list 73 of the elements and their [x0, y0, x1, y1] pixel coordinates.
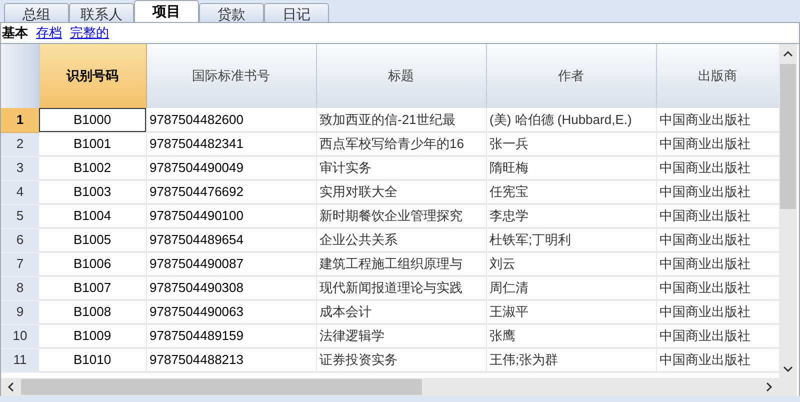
- corner-header: [1, 44, 39, 108]
- table-cell: 致加西亚的信-21世纪最: [316, 108, 486, 132]
- table-cell: 9787504490308: [146, 276, 316, 300]
- column-header[interactable]: 作者: [486, 44, 656, 108]
- table-cell: 审计实务: [316, 156, 486, 180]
- table-cell: 9787504489654: [146, 228, 316, 252]
- horizontal-scrollbar[interactable]: [1, 378, 779, 396]
- table-cell: 王淑平: [486, 300, 656, 324]
- table-cell: 刘云: [486, 252, 656, 276]
- scroll-thumb[interactable]: [780, 64, 796, 209]
- table-cell: 9787504490049: [146, 156, 316, 180]
- row-header[interactable]: 4: [1, 180, 39, 204]
- table-cell: 西点军校写给青少年的16: [316, 132, 486, 156]
- table-cell: 成本会计: [316, 300, 486, 324]
- row-header[interactable]: 7: [1, 252, 39, 276]
- view-label[interactable]: 基本: [2, 23, 28, 43]
- row-header[interactable]: 6: [1, 228, 39, 252]
- table-cell: 9787504490063: [146, 300, 316, 324]
- table-cell: B1002: [39, 156, 146, 180]
- table-cell: 法律逻辑学: [316, 324, 486, 348]
- row-header[interactable]: 10: [1, 324, 39, 348]
- row-header[interactable]: 8: [1, 276, 39, 300]
- table-cell: B1006: [39, 252, 146, 276]
- row-header[interactable]: 11: [1, 348, 39, 372]
- table-cell: B1000: [39, 108, 146, 132]
- view-link[interactable]: 完整的: [70, 23, 109, 43]
- table-cell: B1003: [39, 180, 146, 204]
- vertical-scrollbar[interactable]: [779, 44, 797, 396]
- table-cell: (美) 哈伯德 (Hubbard,E.): [486, 108, 656, 132]
- table-cell: 建筑工程施工组织原理与: [316, 252, 486, 276]
- column-header[interactable]: 识别号码: [39, 44, 146, 108]
- table-cell: 李忠学: [486, 204, 656, 228]
- table-cell: B1004: [39, 204, 146, 228]
- row-header[interactable]: 3: [1, 156, 39, 180]
- row-header[interactable]: 2: [1, 132, 39, 156]
- tab[interactable]: 项目: [134, 0, 199, 22]
- column-header[interactable]: 出版商: [656, 44, 779, 108]
- table-cell: 9787504490087: [146, 252, 316, 276]
- tab[interactable]: 贷款: [199, 3, 264, 22]
- column-header[interactable]: 国际标准书号: [146, 44, 316, 108]
- table-cell: 杜铁军;丁明利: [486, 228, 656, 252]
- table-cell: 新时期餐饮企业管理探究: [316, 204, 486, 228]
- table-cell: 实用对联大全: [316, 180, 486, 204]
- row-header[interactable]: 5: [1, 204, 39, 228]
- row-header[interactable]: 9: [1, 300, 39, 324]
- table-cell: 周仁清: [486, 276, 656, 300]
- table-cell: 张一兵: [486, 132, 656, 156]
- table-cell: B1001: [39, 132, 146, 156]
- table-cell: 9787504482600: [146, 108, 316, 132]
- table-cell: B1009: [39, 324, 146, 348]
- tab[interactable]: 总组: [4, 3, 69, 22]
- table-cell: 隋旺梅: [486, 156, 656, 180]
- table-cell: 现代新闻报道理论与实践: [316, 276, 486, 300]
- table-cell: 企业公共关系: [316, 228, 486, 252]
- table-cell: 任宪宝: [486, 180, 656, 204]
- view-link[interactable]: 存档: [36, 23, 62, 43]
- table-cell: B1005: [39, 228, 146, 252]
- tab[interactable]: 联系人: [69, 3, 134, 22]
- scroll-thumb[interactable]: [21, 379, 422, 395]
- table-cell: 王伟;张为群: [486, 348, 656, 372]
- table-cell: 9787504482341: [146, 132, 316, 156]
- table-cell: 9787504476692: [146, 180, 316, 204]
- row-header[interactable]: 1: [1, 108, 39, 132]
- table-cell: 9787504490100: [146, 204, 316, 228]
- table-cell: 证券投资实务: [316, 348, 486, 372]
- table-cell: 张鹰: [486, 324, 656, 348]
- table-cell: 9787504488213: [146, 348, 316, 372]
- tab[interactable]: 日记: [264, 3, 329, 22]
- table-cell: 9787504489159: [146, 324, 316, 348]
- table-cell: B1008: [39, 300, 146, 324]
- table-cell: B1007: [39, 276, 146, 300]
- table-cell: B1010: [39, 348, 146, 372]
- column-header[interactable]: 标题: [316, 44, 486, 108]
